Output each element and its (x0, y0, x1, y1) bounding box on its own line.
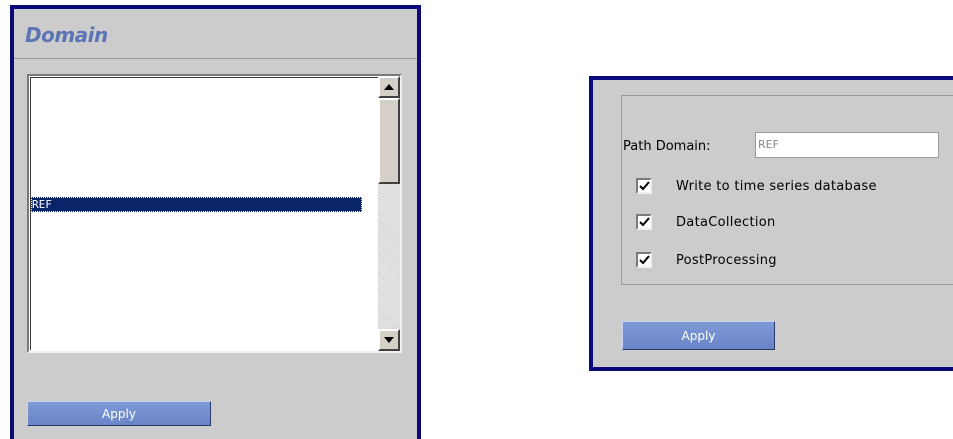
postprocessing-label: PostProcessing (676, 253, 777, 268)
scrollbar-thumb[interactable] (378, 98, 400, 184)
settings-panel: Path Domain: REF Write to time series da… (589, 76, 953, 371)
write-tsdb-label: Write to time series database (676, 179, 877, 194)
path-label: Path (623, 139, 652, 154)
checkmark-icon (638, 216, 650, 226)
write-tsdb-checkbox[interactable] (636, 178, 652, 194)
title-divider (14, 58, 417, 59)
listbox-scrollbar[interactable] (378, 76, 400, 351)
path-domain-label: Path Domain: (623, 139, 711, 154)
postprocessing-checkbox[interactable] (636, 252, 652, 268)
scroll-down-button[interactable] (378, 329, 400, 351)
domain-listbox[interactable]: REF (27, 74, 402, 353)
domain-apply-button[interactable]: Apply (27, 401, 211, 426)
arrow-down-icon (384, 337, 394, 343)
arrow-up-icon (384, 84, 394, 90)
datacollection-label: DataCollection (676, 215, 776, 230)
domain-panel: Domain REF Apply (10, 5, 421, 439)
domain-panel-title: Domain (25, 23, 108, 47)
domain-label: Domain: (655, 139, 711, 154)
list-item-ref[interactable]: REF (31, 197, 362, 212)
domain-input[interactable]: REF (755, 132, 939, 158)
checkmark-icon (638, 180, 650, 190)
checkmark-icon (638, 254, 650, 264)
settings-apply-button[interactable]: Apply (622, 321, 775, 350)
scroll-up-button[interactable] (378, 76, 400, 98)
listbox-frame (30, 77, 399, 350)
datacollection-checkbox[interactable] (636, 214, 652, 230)
